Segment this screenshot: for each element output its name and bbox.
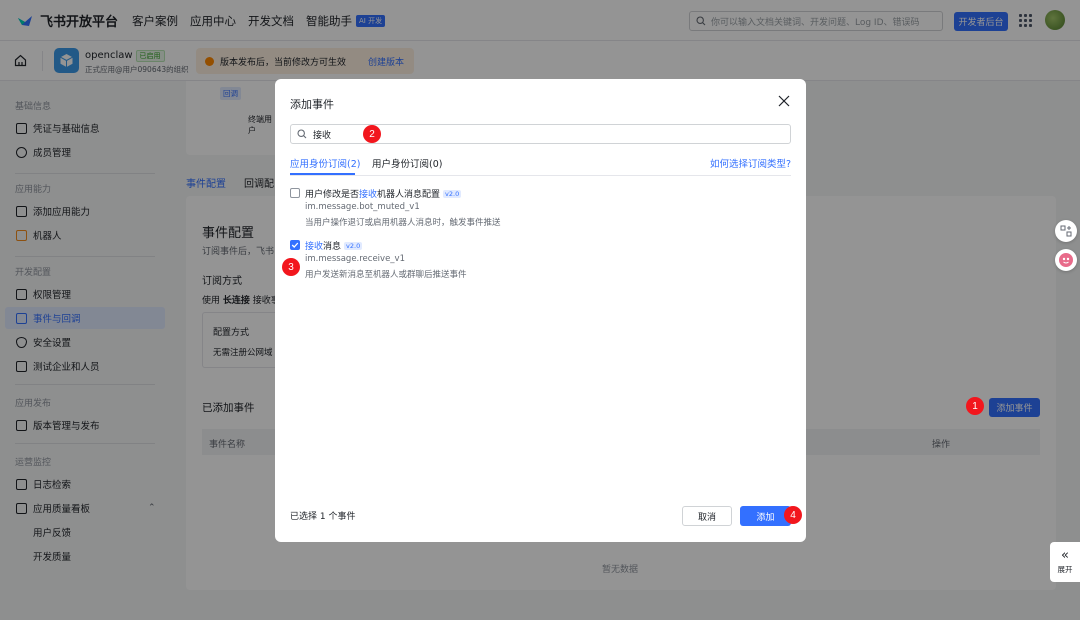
step-marker-4: 4 xyxy=(784,506,802,524)
event-checkbox-bot-muted[interactable] xyxy=(290,188,300,198)
event-key-bot-muted: im.message.bot_muted_v1 xyxy=(305,202,420,212)
add-event-modal: 添加事件 接收 应用身份订阅(2) 用户身份订阅(0) 如何选择订阅类型? 用户… xyxy=(275,79,806,542)
event-checkbox-receive[interactable] xyxy=(290,240,300,250)
double-chevron-left-icon: « xyxy=(1061,547,1069,563)
assistant-icon xyxy=(1059,253,1073,267)
tools-icon xyxy=(1060,225,1072,237)
active-tab-indicator xyxy=(290,173,355,175)
checkmark-icon xyxy=(291,242,299,248)
event-key-receive: im.message.receive_v1 xyxy=(305,254,405,264)
search-icon xyxy=(297,129,307,139)
event-desc-bot-muted: 当用户操作退订或启用机器人消息时，触发事件推送 xyxy=(305,218,501,228)
expand-panel-button[interactable]: « 展开 xyxy=(1050,542,1080,582)
expand-label: 展开 xyxy=(1057,564,1073,574)
event-name-post: 消息 xyxy=(323,242,342,252)
cancel-button[interactable]: 取消 xyxy=(682,506,732,526)
selected-count-text: 已选择 1 个事件 xyxy=(290,512,356,522)
version-badge: v2.0 xyxy=(344,242,363,250)
event-name-post: 机器人消息配置 xyxy=(377,190,441,200)
float-assistant-button[interactable] xyxy=(1055,249,1077,271)
event-search-value: 接收 xyxy=(313,130,332,141)
version-badge: v2.0 xyxy=(443,190,462,198)
event-name-highlight: 接收 xyxy=(305,242,324,252)
event-name-receive: 接收消息 v2.0 xyxy=(305,239,363,252)
tab-app-identity[interactable]: 应用身份订阅(2) xyxy=(290,156,360,170)
step-marker-3: 3 xyxy=(282,258,300,276)
tabs-divider xyxy=(290,175,791,176)
event-name-bot-muted: 用户修改是否接收机器人消息配置 v2.0 xyxy=(305,187,462,200)
event-name-highlight: 接收 xyxy=(359,190,378,200)
float-tool-button[interactable] xyxy=(1055,220,1077,242)
modal-title: 添加事件 xyxy=(290,98,334,111)
close-icon[interactable] xyxy=(777,94,791,108)
tab-user-identity[interactable]: 用户身份订阅(0) xyxy=(372,156,442,170)
step-marker-2: 2 xyxy=(363,125,381,143)
subscription-help-link[interactable]: 如何选择订阅类型? xyxy=(710,156,791,170)
event-desc-receive: 用户发送新消息至机器人或群聊后推送事件 xyxy=(305,270,467,280)
event-name-pre: 用户修改是否 xyxy=(305,190,360,200)
step-marker-1: 1 xyxy=(966,397,984,415)
